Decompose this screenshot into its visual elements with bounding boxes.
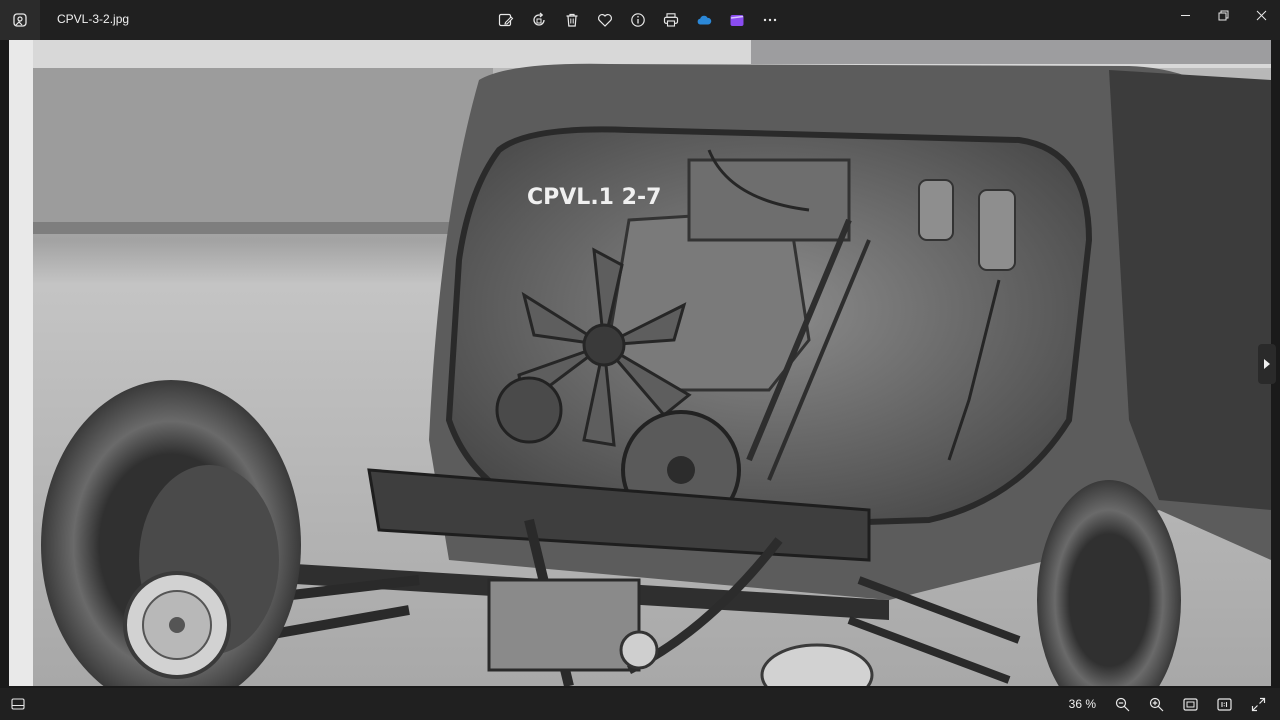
file-name: CPVL-3-2.jpg: [57, 12, 130, 26]
photos-app-icon: [13, 13, 27, 27]
file-info-button[interactable]: [622, 4, 654, 36]
zoom-out-icon: [1115, 697, 1129, 711]
more-button[interactable]: [754, 4, 786, 36]
toolbar: [490, 4, 786, 36]
delete-button[interactable]: [556, 4, 588, 36]
filmstrip-button[interactable]: [6, 692, 30, 716]
expand-icon: [1251, 697, 1265, 711]
title-bar: CPVL-3-2.jpg: [0, 0, 1280, 40]
edit-image-button[interactable]: [490, 4, 522, 36]
car-engine-photo: CPVL.1 2-7: [9, 40, 1271, 686]
minimize-icon: [1180, 14, 1190, 16]
favorite-button[interactable]: [589, 4, 621, 36]
close-icon: [1256, 10, 1266, 20]
clipchamp-icon: [730, 15, 744, 26]
heart-icon: [598, 14, 612, 27]
clipchamp-button[interactable]: [721, 4, 753, 36]
print-button[interactable]: [655, 4, 687, 36]
printer-icon: [663, 13, 679, 27]
minimize-button[interactable]: [1166, 0, 1204, 30]
chevron-right-icon: [1264, 359, 1270, 369]
window-controls: [1166, 0, 1280, 30]
more-icon: [763, 18, 777, 22]
restore-icon: [1218, 10, 1228, 20]
info-icon: [631, 13, 645, 27]
actual-size-icon: [1216, 697, 1232, 711]
actual-size-button[interactable]: [1210, 690, 1238, 718]
zoom-out-button[interactable]: [1108, 690, 1136, 718]
rotate-icon: [533, 12, 545, 26]
next-image-button[interactable]: [1258, 344, 1276, 384]
close-button[interactable]: [1242, 0, 1280, 30]
zoom-controls: 36 %: [1069, 690, 1272, 718]
zoom-level[interactable]: 36 %: [1069, 697, 1096, 711]
stencil-text: CPVL.1 2-7: [527, 185, 661, 210]
app-tab[interactable]: [0, 0, 40, 40]
zoom-in-button[interactable]: [1142, 690, 1170, 718]
rotate-button[interactable]: [523, 4, 555, 36]
onedrive-button[interactable]: [688, 4, 720, 36]
cloud-icon: [697, 15, 712, 25]
fit-to-window-button[interactable]: [1176, 690, 1204, 718]
photo[interactable]: CPVL.1 2-7: [9, 40, 1271, 686]
trash-icon: [566, 13, 578, 27]
edit-image-icon: [498, 13, 514, 27]
fit-window-icon: [1182, 697, 1198, 711]
status-bar: 36 %: [0, 688, 1280, 720]
zoom-in-icon: [1149, 697, 1163, 711]
full-screen-button[interactable]: [1244, 690, 1272, 718]
filmstrip-icon: [11, 698, 25, 710]
restore-button[interactable]: [1204, 0, 1242, 30]
